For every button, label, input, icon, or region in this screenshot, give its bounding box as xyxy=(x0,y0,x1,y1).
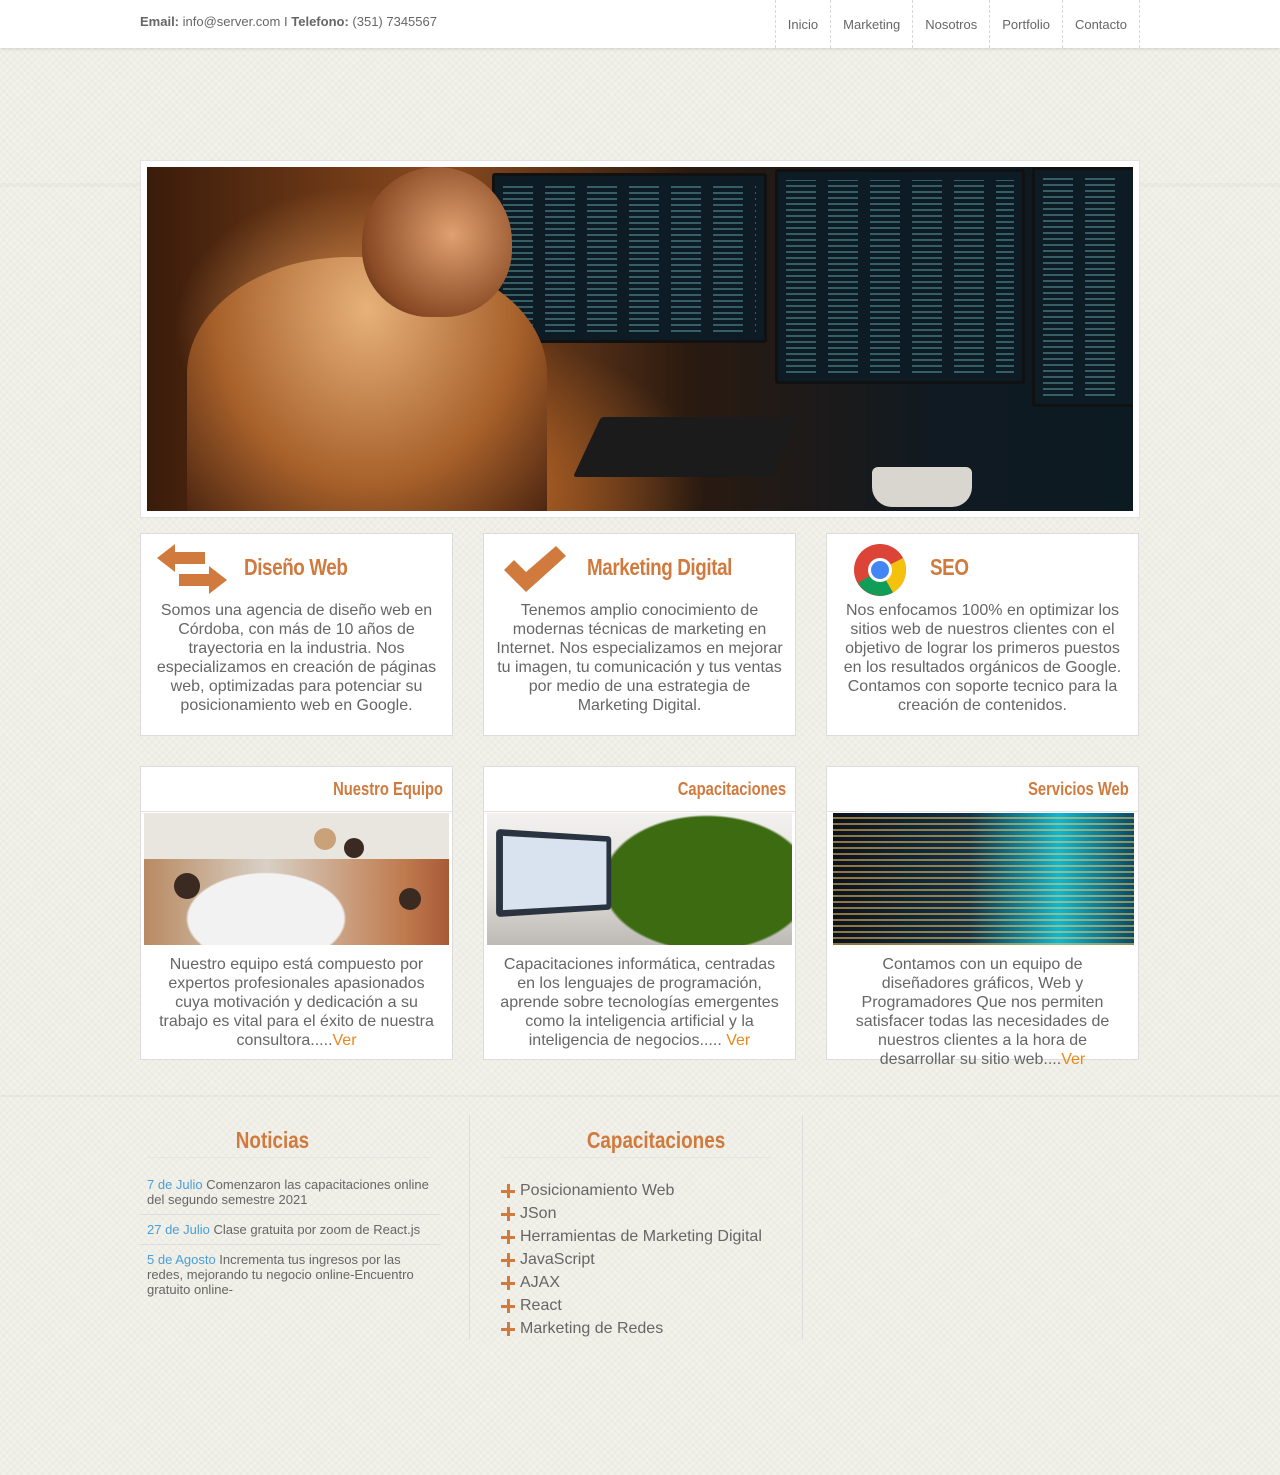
hero-image xyxy=(147,167,1133,511)
feature-title: Nuestro Equipo xyxy=(333,779,443,799)
service-card-seo: SEO Nos enfocamos 100% en optimizar los … xyxy=(826,533,1139,736)
feature-card-capacitaciones: Capacitaciones Capacitaciones informátic… xyxy=(483,766,796,1060)
news-item: 27 de Julio Clase gratuita por zoom de R… xyxy=(140,1215,440,1245)
laptop-shape xyxy=(496,828,612,918)
service-card-diseno: Diseño Web Somos una agencia de diseño w… xyxy=(140,533,453,736)
nav-item-marketing[interactable]: Marketing xyxy=(830,0,912,48)
course-item[interactable]: React xyxy=(501,1294,762,1317)
news-item: 5 de Agosto Incrementa tus ingresos por … xyxy=(140,1245,440,1304)
feature-header: Capacitaciones xyxy=(484,767,795,812)
email-label: Email: xyxy=(140,14,180,29)
news-date[interactable]: 7 de Julio xyxy=(147,1177,203,1192)
plus-icon xyxy=(501,1275,515,1290)
ver-link[interactable]: Ver xyxy=(726,1032,750,1049)
feature-header: Nuestro Equipo xyxy=(141,767,452,812)
courses-column: Capacitaciones Posicionamiento Web JSon … xyxy=(471,1115,803,1340)
monitor-left xyxy=(492,173,767,343)
courses-title: Capacitaciones xyxy=(586,1127,726,1153)
service-card-marketing: Marketing Digital Tenemos amplio conocim… xyxy=(483,533,796,736)
monitor-right xyxy=(1032,167,1133,407)
plus-icon xyxy=(501,1229,515,1244)
service-text: Tenemos amplio conocimiento de modernas … xyxy=(496,602,783,714)
feature-text: Nuestro equipo está compuesto por expert… xyxy=(159,956,434,1049)
monitor-center xyxy=(775,169,1025,384)
ver-link[interactable]: Ver xyxy=(333,1032,357,1049)
chrome-icon xyxy=(854,544,906,596)
plus-icon xyxy=(501,1206,515,1221)
plus-icon xyxy=(501,1183,515,1198)
checkmark-icon xyxy=(504,546,566,592)
news-title: Noticias xyxy=(235,1127,310,1153)
course-item[interactable]: AJAX xyxy=(501,1271,762,1294)
service-title: Marketing Digital xyxy=(587,554,732,580)
feature-text: Contamos con un equipo de diseñadores gr… xyxy=(855,956,1110,1068)
service-text: Somos una agencia de diseño web en Córdo… xyxy=(156,602,437,714)
top-bar: Email: info@server.com I Telefono: (351)… xyxy=(0,0,1280,48)
hero-banner xyxy=(140,160,1140,518)
phone-value: (351) 7345567 xyxy=(352,14,437,29)
contact-info: Email: info@server.com I Telefono: (351)… xyxy=(140,14,437,29)
nav-item-inicio[interactable]: Inicio xyxy=(774,0,830,48)
service-title: SEO xyxy=(930,554,969,580)
nav-item-contacto[interactable]: Contacto xyxy=(1061,0,1140,48)
team-photo xyxy=(144,813,449,945)
feature-text: Capacitaciones informática, centradas en… xyxy=(500,956,779,1049)
courses-list: Posicionamiento Web JSon Herramientas de… xyxy=(501,1179,762,1340)
ver-link[interactable]: Ver xyxy=(1061,1051,1085,1068)
news-date[interactable]: 5 de Agosto xyxy=(147,1252,216,1267)
news-date[interactable]: 27 de Julio xyxy=(147,1222,210,1237)
hero-keyboard xyxy=(573,417,801,477)
service-text: Nos enfocamos 100% en optimizar los siti… xyxy=(843,602,1122,714)
plus-icon xyxy=(501,1298,515,1313)
course-item[interactable]: Posicionamiento Web xyxy=(501,1179,762,1202)
hero-mug xyxy=(872,467,972,507)
nav-item-portfolio[interactable]: Portfolio xyxy=(989,0,1062,48)
laptop-photo xyxy=(487,813,792,945)
main-nav: Inicio Marketing Nosotros Portfolio Cont… xyxy=(774,0,1140,48)
phone-label: Telefono: xyxy=(291,14,349,29)
news-item: 7 de Julio Comenzaron las capacitaciones… xyxy=(140,1173,440,1215)
hero-person-head xyxy=(362,167,512,317)
plus-icon xyxy=(501,1321,515,1336)
news-column: Noticias 7 de Julio Comenzaron las capac… xyxy=(140,1115,470,1340)
course-item[interactable]: JavaScript xyxy=(501,1248,762,1271)
feature-title: Servicios Web xyxy=(1028,779,1129,799)
course-item[interactable]: Herramientas de Marketing Digital xyxy=(501,1225,762,1248)
contact-separator: I xyxy=(284,14,288,29)
news-title-rule xyxy=(147,1157,431,1158)
email-value[interactable]: info@server.com xyxy=(183,14,281,29)
nav-item-nosotros[interactable]: Nosotros xyxy=(912,0,989,48)
feature-header: Servicios Web xyxy=(827,767,1138,812)
news-list: 7 de Julio Comenzaron las capacitaciones… xyxy=(140,1173,440,1304)
course-item[interactable]: JSon xyxy=(501,1202,762,1225)
news-text: Clase gratuita por zoom de React.js xyxy=(213,1222,421,1237)
code-photo xyxy=(833,813,1134,945)
swap-arrows-icon xyxy=(157,544,227,594)
feature-card-servicios: Servicios Web Contamos con un equipo de … xyxy=(826,766,1139,1068)
courses-title-rule xyxy=(501,1157,771,1158)
feature-title: Capacitaciones xyxy=(677,779,786,799)
service-title: Diseño Web xyxy=(244,554,348,580)
course-item[interactable]: Marketing de Redes xyxy=(501,1317,762,1340)
feature-card-equipo: Nuestro Equipo Nuestro equipo está compu… xyxy=(140,766,453,1060)
plus-icon xyxy=(501,1252,515,1267)
